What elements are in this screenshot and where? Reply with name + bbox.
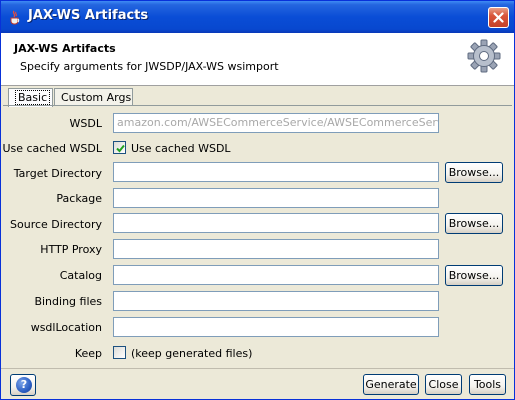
tools-button[interactable]: Tools — [469, 374, 506, 395]
package-label: Package — [56, 192, 102, 205]
help-icon: ? — [16, 377, 32, 393]
window-title: JAX-WS Artifacts — [28, 8, 149, 23]
generate-button[interactable]: Generate — [363, 374, 419, 395]
keep-checkbox[interactable] — [113, 346, 126, 359]
java-cup-icon — [10, 10, 20, 25]
wsdl-field: amazon.com/AWSECommerceService/AWSEComme… — [113, 113, 439, 133]
dialog-window: JAX-WS Artifacts JAX-WS Artifacts Specif… — [0, 0, 515, 400]
tab-basic-label: Basic — [15, 90, 51, 105]
target-directory-label: Target Directory — [13, 167, 102, 180]
use-cached-wsdl-checkbox-label: Use cached WSDL — [131, 142, 231, 155]
http-proxy-label: HTTP Proxy — [40, 243, 102, 256]
close-button[interactable]: Close — [425, 374, 462, 395]
target-directory-field[interactable] — [113, 162, 439, 182]
binding-files-field[interactable] — [113, 291, 439, 311]
source-directory-browse-button[interactable]: Browse... — [445, 213, 503, 234]
gear-icon — [467, 39, 501, 73]
close-icon — [493, 12, 504, 23]
dialog-footer: ? Generate Close Tools — [1, 368, 514, 399]
wsdl-location-label: wsdlLocation — [30, 321, 102, 334]
header-subtitle: Specify arguments for JWSDP/JAX-WS wsimp… — [20, 60, 279, 73]
binding-files-label: Binding files — [34, 295, 102, 308]
use-cached-wsdl-label: Use cached WSDL — [2, 142, 102, 155]
package-field[interactable] — [113, 188, 439, 208]
title-bar[interactable]: JAX-WS Artifacts — [1, 1, 514, 33]
checkmark-icon — [116, 144, 125, 153]
dialog-header: JAX-WS Artifacts Specify arguments for J… — [1, 33, 514, 86]
use-cached-wsdl-checkbox[interactable] — [113, 141, 126, 154]
http-proxy-field[interactable] — [113, 239, 439, 259]
tab-custom-args[interactable]: Custom Args — [54, 88, 133, 106]
catalog-browse-button[interactable]: Browse... — [445, 265, 503, 286]
target-directory-browse-button[interactable]: Browse... — [445, 162, 503, 183]
help-button[interactable]: ? — [10, 374, 36, 396]
keep-label: Keep — [74, 347, 102, 360]
source-directory-field[interactable] — [113, 213, 439, 233]
header-title: JAX-WS Artifacts — [14, 42, 116, 55]
wsdl-location-field[interactable] — [113, 317, 439, 337]
catalog-label: Catalog — [59, 269, 102, 282]
wsdl-label: WSDL — [69, 117, 102, 130]
close-window-button[interactable] — [488, 7, 509, 28]
keep-checkbox-label: (keep generated files) — [131, 347, 253, 360]
catalog-field[interactable] — [113, 265, 439, 285]
tab-custom-args-label: Custom Args — [61, 91, 132, 104]
source-directory-label: Source Directory — [10, 218, 102, 231]
